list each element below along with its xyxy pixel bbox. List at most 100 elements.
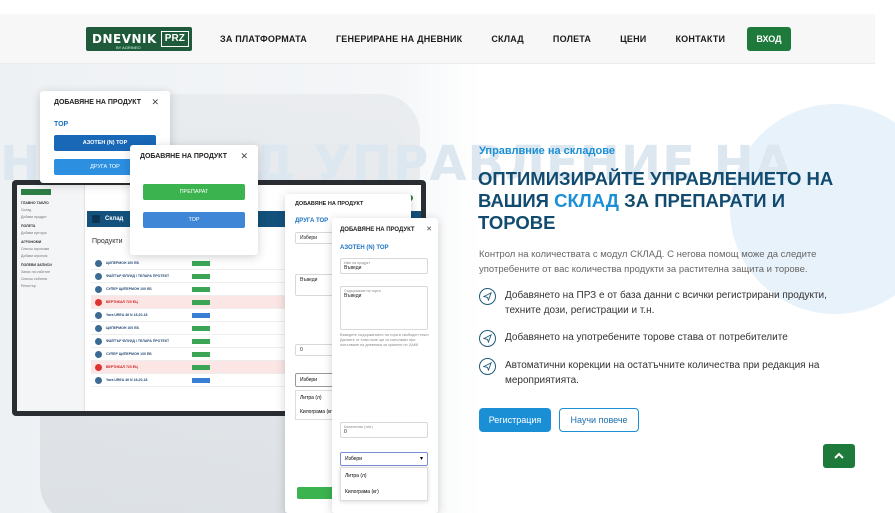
feature-text: Добавянето на ПРЗ е от база данни с всич… (505, 290, 827, 316)
row-type-badge (192, 312, 210, 318)
row-type-badge (192, 338, 210, 344)
logo-name: DNEVNIK (92, 32, 157, 46)
nav-link-diary[interactable]: ГЕНЕРИРАНЕ НА ДНЕВНИК (336, 34, 462, 44)
row-icon (95, 298, 102, 306)
laptop-sidebar-item: Добави агроном (21, 254, 48, 258)
unit-dropdown: Литра (л) Килограма (кг) (340, 467, 428, 501)
row-type-badge (192, 273, 210, 279)
modal-title: ДОБАВЯНЕ НА ПРОДУКТ (295, 201, 364, 207)
row-type-badge (192, 325, 210, 331)
row-icon (95, 259, 102, 267)
field-label: Количество (л/кг) (344, 425, 373, 429)
chevron-down-icon: ▾ (419, 456, 423, 462)
nav-link-prices[interactable]: ЦЕНИ (620, 34, 646, 44)
row-type-badge (192, 364, 210, 370)
laptop-sidebar-head: ГЛАВНО ТАБЛО (21, 201, 49, 205)
laptop-sidebar-item: Списък събития (21, 277, 48, 281)
laptop-sidebar-item: Запис на събитие (21, 270, 50, 274)
modal-section-label: АЗОТЕН (N) ТОР (340, 245, 389, 251)
navbar: DNEVNIK PRZ BY AGRINEO ЗА ПЛАТФОРМАТА ГЕ… (0, 14, 875, 64)
row-type-badge (192, 299, 210, 305)
row-product-name: ВЕРТИКАЛ 720 ЕЦ (106, 365, 138, 369)
laptop-sidebar-head: ПОЛЕВИ ЗАПИСИ (21, 263, 52, 267)
row-product-name: Yara UREA 46 N 18-20-18 (106, 378, 148, 382)
row-type-badge (192, 351, 210, 357)
unit-select[interactable]: Избери ▾ (340, 452, 428, 466)
modal-title: ДОБАВЯНЕ НА ПРОДУКТ (140, 153, 227, 160)
laptop-sidebar: ГЛАВНО ТАБЛО Склад Добави продукт ПОЛЕТА… (17, 185, 85, 411)
modal-section-label: ТОР (54, 121, 69, 128)
feature-item: Автоматични корекции на остатъчните коли… (479, 358, 849, 388)
close-icon[interactable]: ✕ (151, 97, 159, 108)
chevron-up-icon (834, 452, 844, 459)
close-icon[interactable]: ✕ (240, 151, 248, 162)
paper-plane-icon (479, 288, 496, 305)
logo[interactable]: DNEVNIK PRZ BY AGRINEO (86, 27, 192, 51)
nav-link-warehouse[interactable]: СКЛАД (491, 34, 524, 44)
register-button[interactable]: Регистрация (479, 408, 551, 432)
row-icon (95, 376, 102, 384)
row-product-name: ЦИПЕРМОН 100 ЕБ (106, 261, 140, 265)
quantity-field[interactable]: Количество (л/кг) 0 (340, 422, 428, 438)
fertilizer-button[interactable]: ТОР (143, 212, 245, 228)
nav-links: ЗА ПЛАТФОРМАТА ГЕНЕРИРАНЕ НА ДНЕВНИК СКЛ… (220, 14, 754, 64)
feature-item: Добавянето на ПРЗ е от база данни с всич… (479, 288, 849, 318)
warehouse-icon (92, 215, 100, 223)
field-value: 0 (344, 429, 347, 435)
paper-plane-icon (479, 330, 496, 347)
preparation-button[interactable]: ПРЕПАРАТ (143, 184, 245, 200)
content-hint: Въведете съдържанието на тора в свободен… (340, 333, 430, 347)
unit-select-value: Избери (345, 456, 362, 462)
row-product-name: ЦИПЕРМОН 100 ЕБ (106, 326, 140, 330)
feature-text: Добавянето на употребените торове става … (505, 332, 788, 343)
row-product-name: ВЕРТИКАЛ 720 ЕЦ (106, 300, 138, 304)
row-icon (95, 285, 102, 293)
laptop-sidebar-item: Склад (21, 208, 32, 212)
modal-title: ДОБАВЯНЕ НА ПРОДУКТ (54, 99, 141, 106)
row-product-name: Yara UREA 46 N 18-20-18 (106, 313, 148, 317)
unit-option-kilograms[interactable]: Килограма (кг) (341, 484, 427, 500)
feature-item: Добавянето на употребените торове става … (479, 330, 849, 347)
nav-link-platform[interactable]: ЗА ПЛАТФОРМАТА (220, 34, 307, 44)
laptop-page-title: Продукти (92, 238, 123, 245)
hero-intro: Контрол на количествата с модул СКЛАД. С… (479, 249, 817, 275)
learn-more-button[interactable]: Научи повече (559, 408, 639, 432)
logo-box: PRZ (160, 31, 189, 47)
paper-plane-icon (479, 358, 496, 375)
row-type-badge (192, 377, 210, 383)
row-type-badge (192, 260, 210, 266)
hero-subtitle: Управлвние на складове (479, 145, 615, 157)
laptop-sidebar-item: Добави култура (21, 231, 47, 235)
unit-option-liters[interactable]: Литра (л) (341, 468, 427, 484)
modal-section-label: ДРУГА ТОР (295, 218, 329, 224)
modal-add-product-type: ДОБАВЯНЕ НА ПРОДУКТ ✕ ПРЕПАРАТ ТОР (130, 145, 258, 255)
row-icon (95, 337, 102, 345)
field-value: Въведи (344, 265, 362, 271)
laptop-header-title: Склад (105, 216, 124, 222)
row-icon (95, 350, 102, 358)
modal-title: ДОБАВЯНЕ НА ПРОДУКТ (340, 227, 415, 233)
hero-heading: ОПТИМИЗИРАЙТЕ УПРАВЛЕНИЕТО НА ВАШИЯ СКЛА… (478, 168, 858, 234)
row-icon (95, 272, 102, 280)
row-product-name: СУПЕР ЦИПЕРМОН 100 ЕБ (106, 352, 152, 356)
content-field[interactable]: Съдържание на торта Въведи (340, 286, 428, 330)
row-icon (95, 324, 102, 332)
logo-subtitle: BY AGRINEO (116, 45, 141, 50)
nav-link-fields[interactable]: ПОЛЕТА (553, 34, 591, 44)
laptop-logo (21, 189, 51, 195)
laptop-sidebar-head: АГРОНОМИ (21, 240, 42, 244)
feature-text: Автоматични корекции на остатъчните коли… (505, 360, 820, 386)
row-type-badge (192, 286, 210, 292)
laptop-sidebar-item: Регистър (21, 284, 36, 288)
heading-accent: СКЛАД (554, 190, 619, 211)
product-name-field[interactable]: Име на продукт Въведи (340, 258, 428, 274)
login-button[interactable]: ВХОД (747, 27, 791, 51)
scroll-to-top-button[interactable] (823, 444, 855, 468)
row-icon (95, 363, 102, 371)
row-product-name: ФАЙТЪР ФЛУИД / ТЕЛАРА ПРОТЕКТ (106, 274, 170, 278)
close-icon[interactable]: ✕ (426, 225, 432, 233)
row-product-name: СУПЕР ЦИПЕРМОН 100 ЕБ (106, 287, 152, 291)
row-product-name: ФАЙТЪР ФЛУИД / ТЕЛАРА ПРОТЕКТ (106, 339, 170, 343)
laptop-sidebar-item: Списък агрономи (21, 247, 50, 251)
nav-link-contacts[interactable]: КОНТАКТИ (675, 34, 725, 44)
